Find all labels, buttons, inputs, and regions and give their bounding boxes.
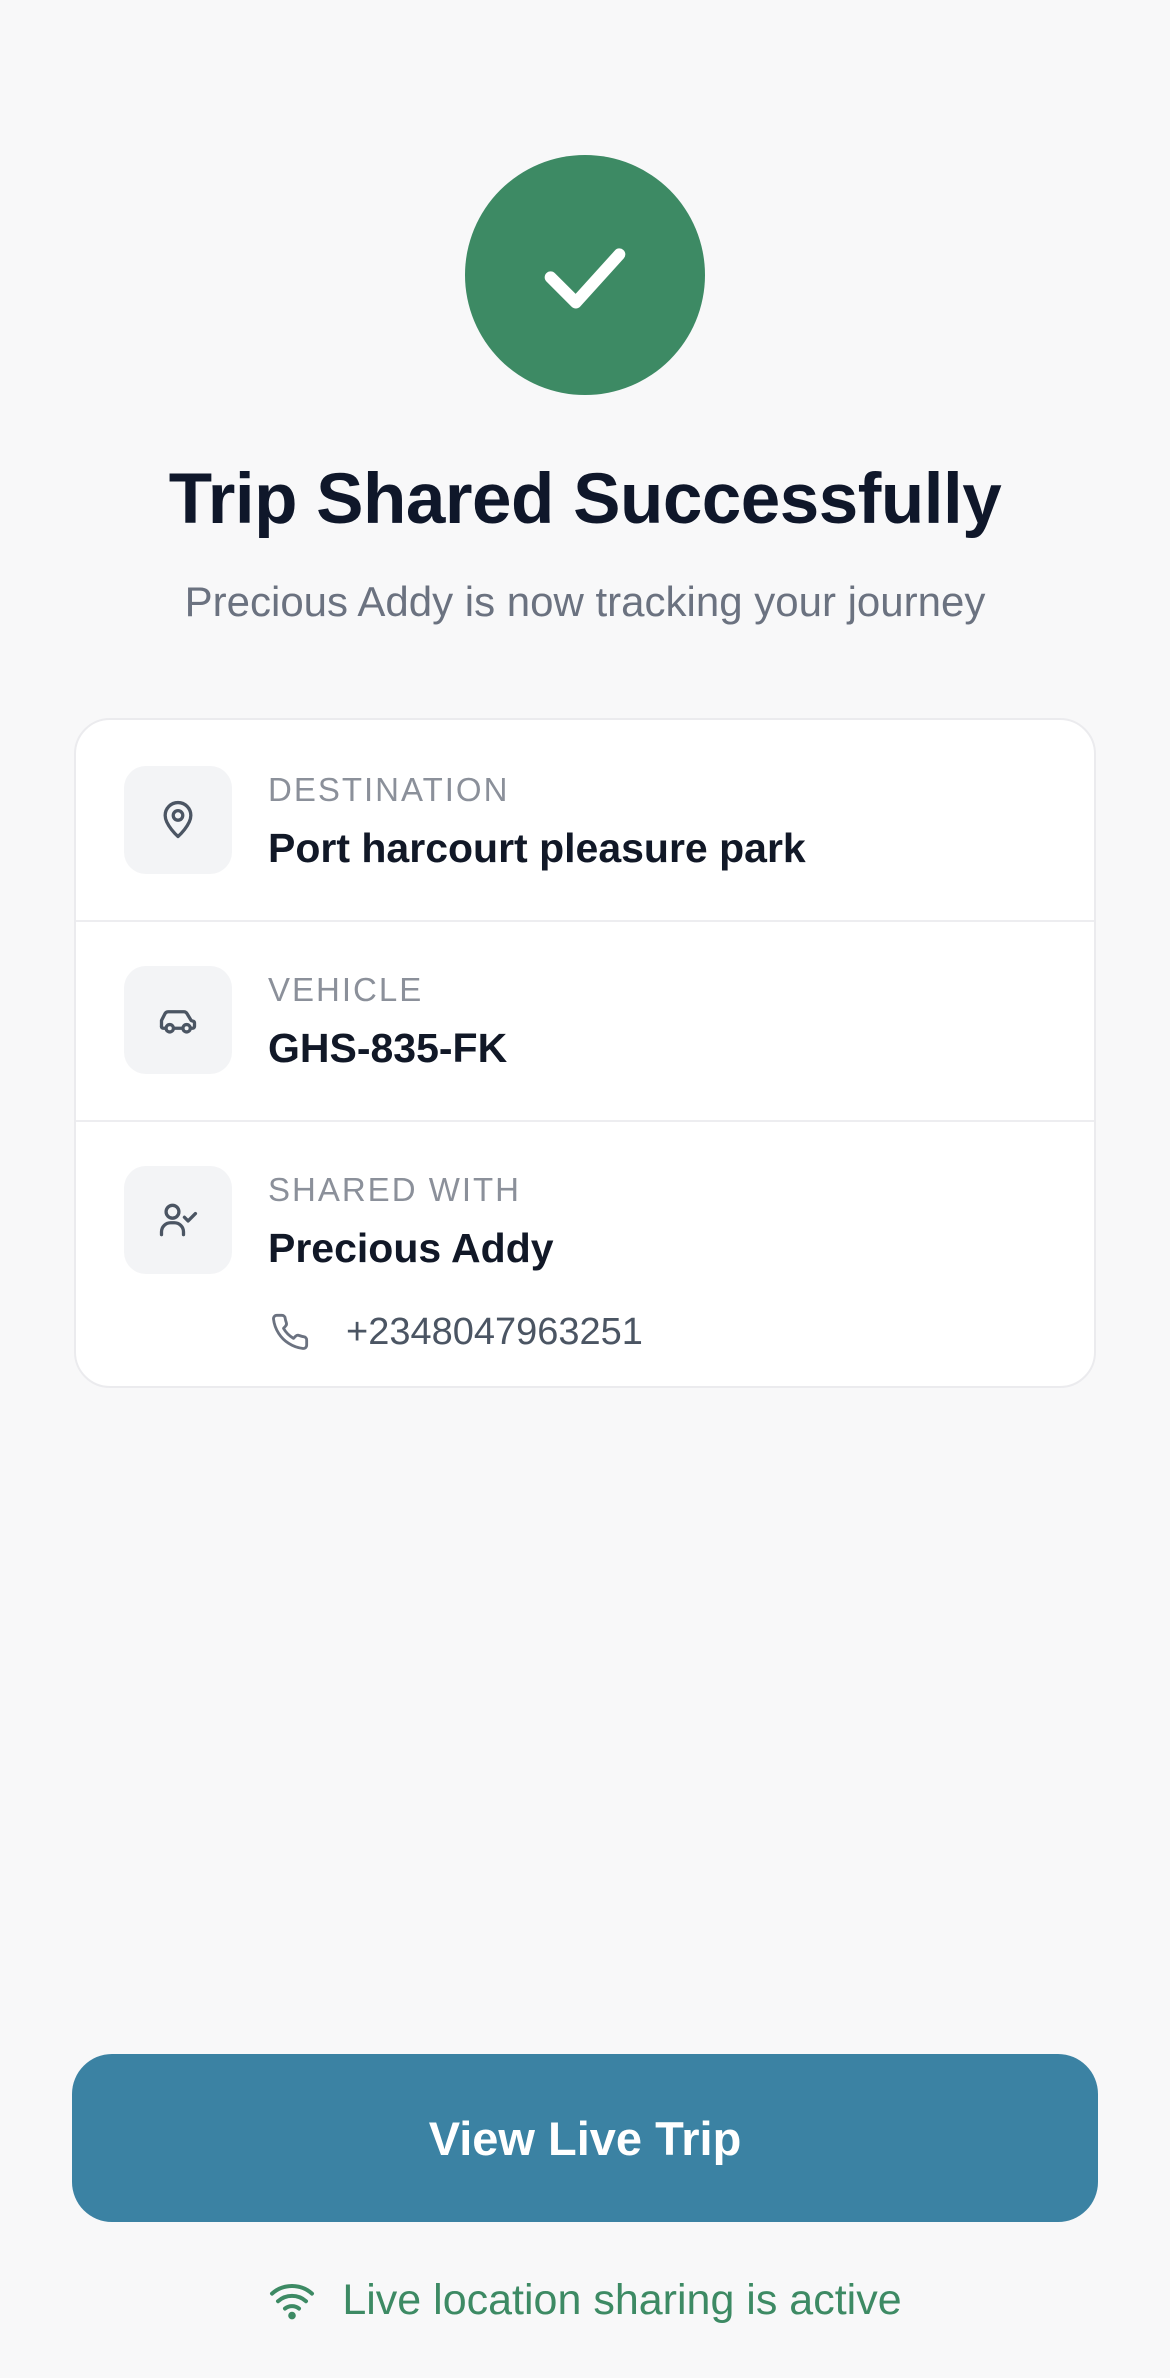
- phone-icon: [268, 1310, 312, 1354]
- shared-with-row: SHARED WITH Precious Addy +2348047963251: [76, 1120, 1094, 1386]
- success-badge: [465, 155, 705, 395]
- car-icon: [159, 1010, 197, 1034]
- vehicle-label: VEHICLE: [268, 971, 424, 1008]
- user-check-icon: [159, 1203, 198, 1237]
- destination-row: DESTINATION Port harcourt pleasure park: [76, 720, 1094, 922]
- page-title: Trip Shared Successfully: [168, 460, 1002, 539]
- contact-phone[interactable]: +2348047963251: [268, 1304, 643, 1360]
- live-sharing-status: Live location sharing is active: [0, 2270, 1170, 2330]
- vehicle-value: GHS-835-FK: [268, 1025, 508, 1071]
- phone-number: +2348047963251: [346, 1311, 643, 1353]
- destination-value: Port harcourt pleasure park: [268, 825, 806, 871]
- page-subtitle: Precious Addy is now tracking your journ…: [184, 578, 986, 625]
- trip-details-card: DESTINATION Port harcourt pleasure park …: [74, 718, 1096, 1388]
- shared-with-icon-box: [124, 1166, 232, 1274]
- status-text: Live location sharing is active: [342, 2276, 902, 2324]
- destination-label: DESTINATION: [268, 771, 510, 808]
- shared-with-label: SHARED WITH: [268, 1171, 521, 1208]
- vehicle-icon-box: [124, 966, 232, 1074]
- shared-with-name: Precious Addy: [268, 1225, 554, 1271]
- checkmark-icon: [544, 248, 626, 309]
- vehicle-row: VEHICLE GHS-835-FK: [76, 920, 1094, 1122]
- location-pin-icon: [163, 800, 193, 839]
- view-live-trip-button[interactable]: View Live Trip: [72, 2054, 1098, 2222]
- destination-icon-box: [124, 766, 232, 874]
- wifi-icon: [268, 2276, 316, 2324]
